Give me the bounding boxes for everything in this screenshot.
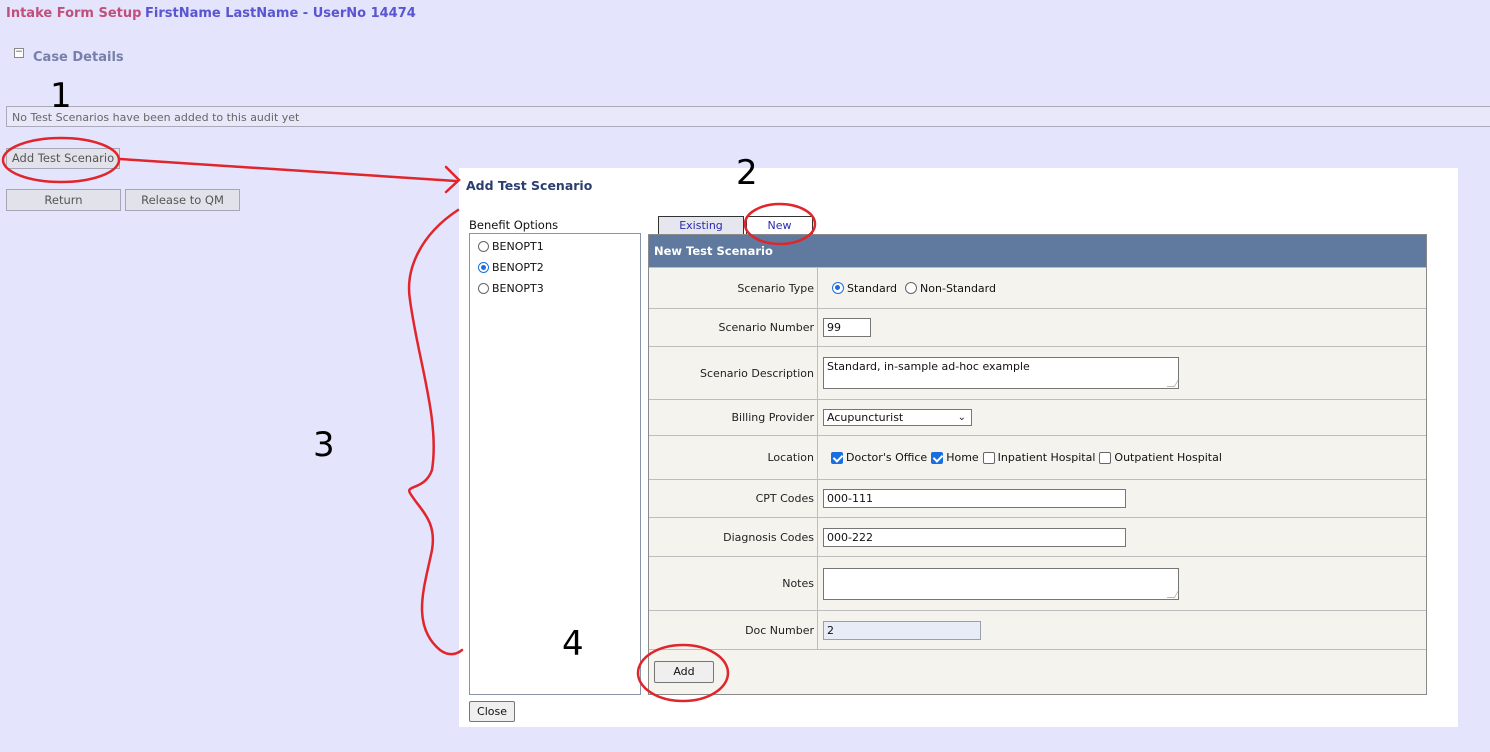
diagnosis-codes-row: Diagnosis Codes 000-222 bbox=[649, 517, 1426, 556]
radio-icon[interactable] bbox=[905, 282, 918, 294]
scenario-number-input[interactable]: 99 bbox=[823, 318, 871, 337]
tab-new[interactable]: New bbox=[746, 216, 813, 234]
option-label: Doctor's Office bbox=[846, 451, 928, 464]
billing-provider-select[interactable]: Acupuncturist ⌄ bbox=[823, 409, 972, 426]
user-info: FirstName LastName - UserNo 14474 bbox=[145, 6, 416, 21]
annotation-label-3: 3 bbox=[313, 425, 335, 465]
radio-icon[interactable] bbox=[478, 241, 489, 252]
scenario-type-row: Scenario Type Standard Non-Standard bbox=[649, 267, 1426, 308]
diagnosis-codes-label: Diagnosis Codes bbox=[649, 518, 818, 556]
dialog-title: Add Test Scenario bbox=[466, 178, 593, 193]
add-test-scenario-dialog: Add Test Scenario Benefit Options BENOPT… bbox=[459, 168, 1458, 727]
benefit-option[interactable]: BENOPT2 bbox=[478, 261, 544, 274]
scenario-type-non-standard[interactable]: Non-Standard bbox=[905, 282, 996, 295]
radio-selected-icon[interactable] bbox=[832, 282, 844, 294]
location-options: Doctor's Office Home Inpatient Hospital … bbox=[831, 436, 1226, 479]
location-home[interactable]: Home bbox=[931, 451, 979, 464]
option-label: Outpatient Hospital bbox=[1114, 451, 1222, 464]
notes-label: Notes bbox=[649, 557, 818, 610]
scenario-description-textarea[interactable]: Standard, in-sample ad-hoc example bbox=[823, 357, 1179, 389]
benefit-option-label: BENOPT3 bbox=[492, 282, 544, 295]
scenario-description-row: Scenario Description Standard, in-sample… bbox=[649, 346, 1426, 399]
radio-icon[interactable] bbox=[478, 283, 489, 294]
benefit-option-label: BENOPT2 bbox=[492, 261, 544, 274]
notes-row: Notes bbox=[649, 556, 1426, 610]
new-scenario-form: New Test Scenario Scenario Type Standard… bbox=[648, 234, 1427, 695]
location-outpatient-hospital[interactable]: Outpatient Hospital bbox=[1099, 451, 1222, 464]
scenario-number-row: Scenario Number 99 bbox=[649, 308, 1426, 346]
doc-number-row: Doc Number 2 bbox=[649, 610, 1426, 649]
release-to-qm-button[interactable]: Release to QM bbox=[125, 189, 240, 211]
chevron-down-icon: ⌄ bbox=[957, 412, 966, 423]
option-label: Non-Standard bbox=[920, 281, 996, 295]
add-test-scenario-button[interactable]: Add Test Scenario bbox=[6, 148, 120, 169]
scenario-type-label: Scenario Type bbox=[649, 268, 818, 308]
scenario-description-label: Scenario Description bbox=[649, 347, 818, 399]
checkbox-icon[interactable] bbox=[982, 451, 995, 464]
billing-provider-row: Billing Provider Acupuncturist ⌄ bbox=[649, 399, 1426, 435]
case-details-title: Case Details bbox=[33, 50, 124, 65]
checkbox-icon[interactable] bbox=[1099, 451, 1112, 464]
scenario-number-label: Scenario Number bbox=[649, 309, 818, 346]
annotation-arrow-head bbox=[444, 165, 461, 194]
scenario-type-options: Standard Non-Standard bbox=[832, 268, 1000, 308]
empty-scenarios-message: No Test Scenarios have been added to thi… bbox=[6, 106, 1490, 127]
return-button[interactable]: Return bbox=[6, 189, 121, 211]
cpt-codes-row: CPT Codes 000-111 bbox=[649, 479, 1426, 517]
benefit-option-label: BENOPT1 bbox=[492, 240, 544, 253]
footer-divider bbox=[649, 649, 1426, 650]
option-label: Inpatient Hospital bbox=[997, 451, 1096, 464]
doc-number-label: Doc Number bbox=[649, 611, 818, 649]
annotation-arrow-line bbox=[118, 157, 458, 183]
billing-provider-value: Acupuncturist bbox=[827, 411, 904, 424]
checkbox-checked-icon[interactable] bbox=[931, 451, 944, 464]
form-header: New Test Scenario bbox=[649, 235, 1426, 267]
doc-number-input: 2 bbox=[823, 620, 981, 640]
location-doctors-office[interactable]: Doctor's Office bbox=[831, 451, 927, 464]
billing-provider-label: Billing Provider bbox=[649, 400, 818, 435]
annotation-brace bbox=[407, 208, 464, 656]
tab-existing[interactable]: Existing bbox=[658, 216, 744, 234]
diagnosis-codes-input[interactable]: 000-222 bbox=[823, 527, 1126, 547]
location-label: Location bbox=[649, 436, 818, 479]
collapse-icon[interactable]: − bbox=[14, 48, 24, 58]
checkbox-checked-icon[interactable] bbox=[831, 451, 843, 464]
add-button[interactable]: Add bbox=[654, 661, 714, 683]
location-inpatient-hospital[interactable]: Inpatient Hospital bbox=[982, 451, 1096, 464]
location-row: Location Doctor's Office Home Inpatient … bbox=[649, 435, 1426, 479]
close-button[interactable]: Close bbox=[469, 701, 515, 722]
benefit-option[interactable]: BENOPT3 bbox=[478, 282, 544, 295]
scenario-type-standard[interactable]: Standard bbox=[832, 282, 897, 295]
cpt-codes-input[interactable]: 000-111 bbox=[823, 489, 1126, 508]
app-title: Intake Form Setup bbox=[6, 6, 142, 21]
benefit-option[interactable]: BENOPT1 bbox=[478, 240, 544, 253]
notes-textarea[interactable] bbox=[823, 567, 1179, 600]
benefit-options-list: BENOPT1 BENOPT2 BENOPT3 bbox=[469, 233, 641, 695]
benefit-options-label: Benefit Options bbox=[469, 218, 559, 232]
option-label: Home bbox=[946, 451, 979, 464]
radio-selected-icon[interactable] bbox=[478, 262, 489, 273]
option-label: Standard bbox=[847, 281, 898, 295]
cpt-codes-label: CPT Codes bbox=[649, 480, 818, 517]
